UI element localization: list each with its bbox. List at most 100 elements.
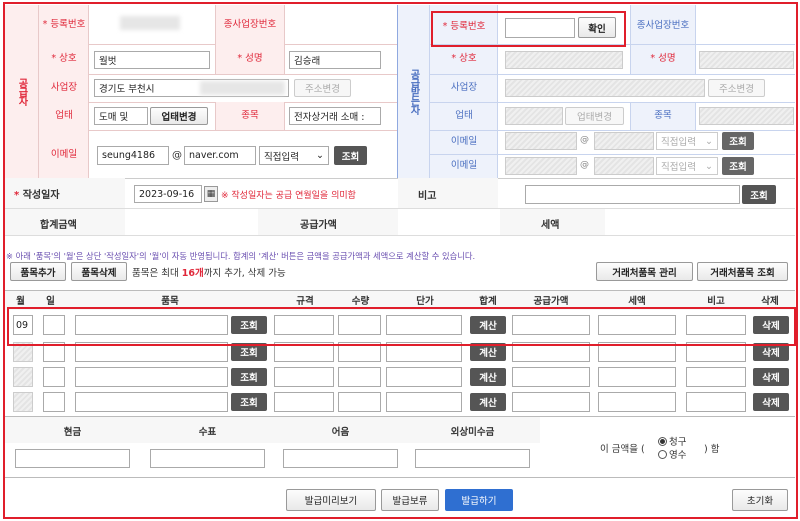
receiver-business-type-change-button[interactable]: 업태변경 [565, 107, 624, 125]
chevron-down-icon: ⌄ [705, 160, 713, 172]
claim-radio[interactable]: 청구 [658, 434, 686, 448]
note-label: 어음 [331, 427, 350, 438]
remark-lookup-button[interactable]: 조회 [742, 185, 776, 204]
item-unit-price-input[interactable] [386, 392, 462, 412]
supplier-name-label: * 성명 [237, 53, 263, 64]
receiver-branch-no-label: 종사업장번호 [636, 20, 690, 31]
item-supply-input[interactable] [512, 367, 590, 387]
date-label: * 작성일자 [14, 190, 60, 201]
item-lookup-button[interactable]: 조회 [231, 368, 267, 386]
item-spec-input[interactable] [274, 392, 334, 412]
item-tax-input[interactable] [598, 392, 676, 412]
date-input[interactable]: 2023-09-16 [134, 185, 202, 203]
receiver-email-domain-input-2[interactable] [594, 157, 654, 175]
receiver-email-select-2[interactable]: 직접입력 ⌄ [656, 157, 718, 175]
receiver-email-label-1: 이메일 [450, 136, 478, 147]
supplier-email-lookup-button[interactable]: 조회 [334, 146, 367, 165]
note-input[interactable] [283, 449, 398, 468]
supplier-email-id-input[interactable]: seung4186 [97, 146, 169, 165]
receiver-email-id-input-2[interactable] [505, 157, 577, 175]
partner-item-manage-button[interactable]: 거래처품목 관리 [596, 262, 693, 281]
supplier-business-type-input[interactable]: 도매 및 [94, 107, 148, 125]
delete-item-button[interactable]: 품목삭제 [71, 262, 127, 281]
item-limit-text: 품목은 최대 16개까지 추가, 삭제 가능 [132, 268, 286, 279]
col-delete-header: 삭제 [761, 296, 779, 307]
item-name-input[interactable] [75, 392, 228, 412]
receiver-email-domain-input-1[interactable] [594, 132, 654, 150]
supplier-reg-no-label: * 등록번호 [42, 19, 86, 30]
issue-hold-button[interactable]: 발급보류 [381, 489, 439, 511]
item-delete-button[interactable]: 삭제 [753, 368, 789, 386]
add-item-button[interactable]: 품목추가 [10, 262, 66, 281]
col-sum-header: 합계 [479, 296, 497, 307]
item-remark-input[interactable] [686, 367, 746, 387]
calendar-icon[interactable]: ▦ [204, 186, 218, 202]
total-amount-label: 합계금액 [40, 220, 77, 231]
cash-input[interactable] [15, 449, 130, 468]
issue-preview-button[interactable]: 발급미리보기 [286, 489, 376, 511]
item-remark-input[interactable] [686, 392, 746, 412]
credit-input[interactable] [415, 449, 530, 468]
receiver-address-change-button[interactable]: 주소변경 [708, 79, 765, 97]
items-notice: ※ 아래 '품목'의 '월'은 상단 '작성일자'의 '월'이 자동 반영됩니다… [6, 251, 476, 261]
supplier-email-at: @ [172, 150, 182, 161]
reset-button[interactable]: 초기화 [732, 489, 788, 511]
receiver-side-label: 공급받는자 [398, 5, 430, 178]
credit-label: 외상미수금 [450, 427, 495, 438]
item-delete-button[interactable]: 삭제 [753, 393, 789, 411]
receiver-item-input[interactable] [699, 107, 794, 125]
issue-button[interactable]: 발급하기 [445, 489, 513, 511]
item-name-input[interactable] [75, 367, 228, 387]
cash-label: 현금 [63, 427, 82, 438]
supplier-email-select[interactable]: 직접입력 ⌄ [259, 146, 329, 165]
receiver-business-type-label: 업태 [455, 110, 473, 121]
receiver-email-select-1[interactable]: 직접입력 ⌄ [656, 132, 718, 150]
receiver-email-at-1: @ [580, 135, 589, 145]
item-lookup-button[interactable]: 조회 [231, 393, 267, 411]
receiver-email-lookup-button-2[interactable]: 조회 [722, 157, 754, 175]
receiver-email-id-input-1[interactable] [505, 132, 577, 150]
supplier-business-type-change-button[interactable]: 업태변경 [150, 107, 208, 125]
item-qty-input[interactable] [338, 367, 381, 387]
item-calc-button[interactable]: 계산 [470, 368, 506, 386]
item-day-input[interactable] [43, 392, 65, 412]
remark-input[interactable] [525, 185, 740, 204]
receiver-business-type-input[interactable] [505, 107, 563, 125]
partner-item-search-button[interactable]: 거래처품목 조회 [697, 262, 788, 281]
amount-suffix-text: ) 함 [704, 444, 720, 455]
check-input[interactable] [150, 449, 265, 468]
supplier-company-input[interactable]: 월벗 [94, 51, 210, 69]
col-tax-header: 세액 [628, 296, 646, 307]
supplier-email-domain-input[interactable]: naver.com [184, 146, 256, 165]
supply-amount-label: 공급가액 [300, 220, 337, 231]
item-qty-input[interactable] [338, 392, 381, 412]
item-day-input[interactable] [43, 367, 65, 387]
item-month-input[interactable] [13, 392, 33, 412]
col-spec-header: 규격 [296, 296, 314, 307]
col-month-header: 월 [16, 296, 25, 307]
receiver-item-label: 종목 [654, 110, 672, 121]
receiver-address-input[interactable] [505, 79, 705, 97]
item-spec-input[interactable] [274, 367, 334, 387]
first-item-row-highlight [7, 307, 796, 346]
receiver-email-lookup-button-1[interactable]: 조회 [722, 132, 754, 150]
item-calc-button[interactable]: 계산 [470, 393, 506, 411]
receiver-name-input[interactable] [699, 51, 794, 69]
amount-prefix-text: 이 금액을 ( [600, 444, 645, 455]
supplier-branch-no-label: 종사업장번호 [223, 19, 277, 30]
item-unit-price-input[interactable] [386, 367, 462, 387]
check-label: 수표 [198, 427, 217, 438]
supplier-name-input[interactable]: 김승래 [289, 51, 381, 69]
chevron-down-icon: ⌄ [316, 150, 324, 161]
receiver-company-input[interactable] [505, 51, 623, 69]
radio-checked-icon [658, 436, 667, 446]
supplier-item-input[interactable]: 전자상거래 소매 : [289, 107, 381, 125]
item-supply-input[interactable] [512, 392, 590, 412]
supplier-side-label: 공급자 [5, 5, 39, 178]
col-supply-header: 공급가액 [533, 296, 569, 307]
item-tax-input[interactable] [598, 367, 676, 387]
item-month-input[interactable] [13, 367, 33, 387]
col-remark-header: 비고 [707, 296, 725, 307]
supplier-address-change-button[interactable]: 주소변경 [294, 79, 351, 97]
receipt-radio[interactable]: 영수 [658, 447, 686, 461]
